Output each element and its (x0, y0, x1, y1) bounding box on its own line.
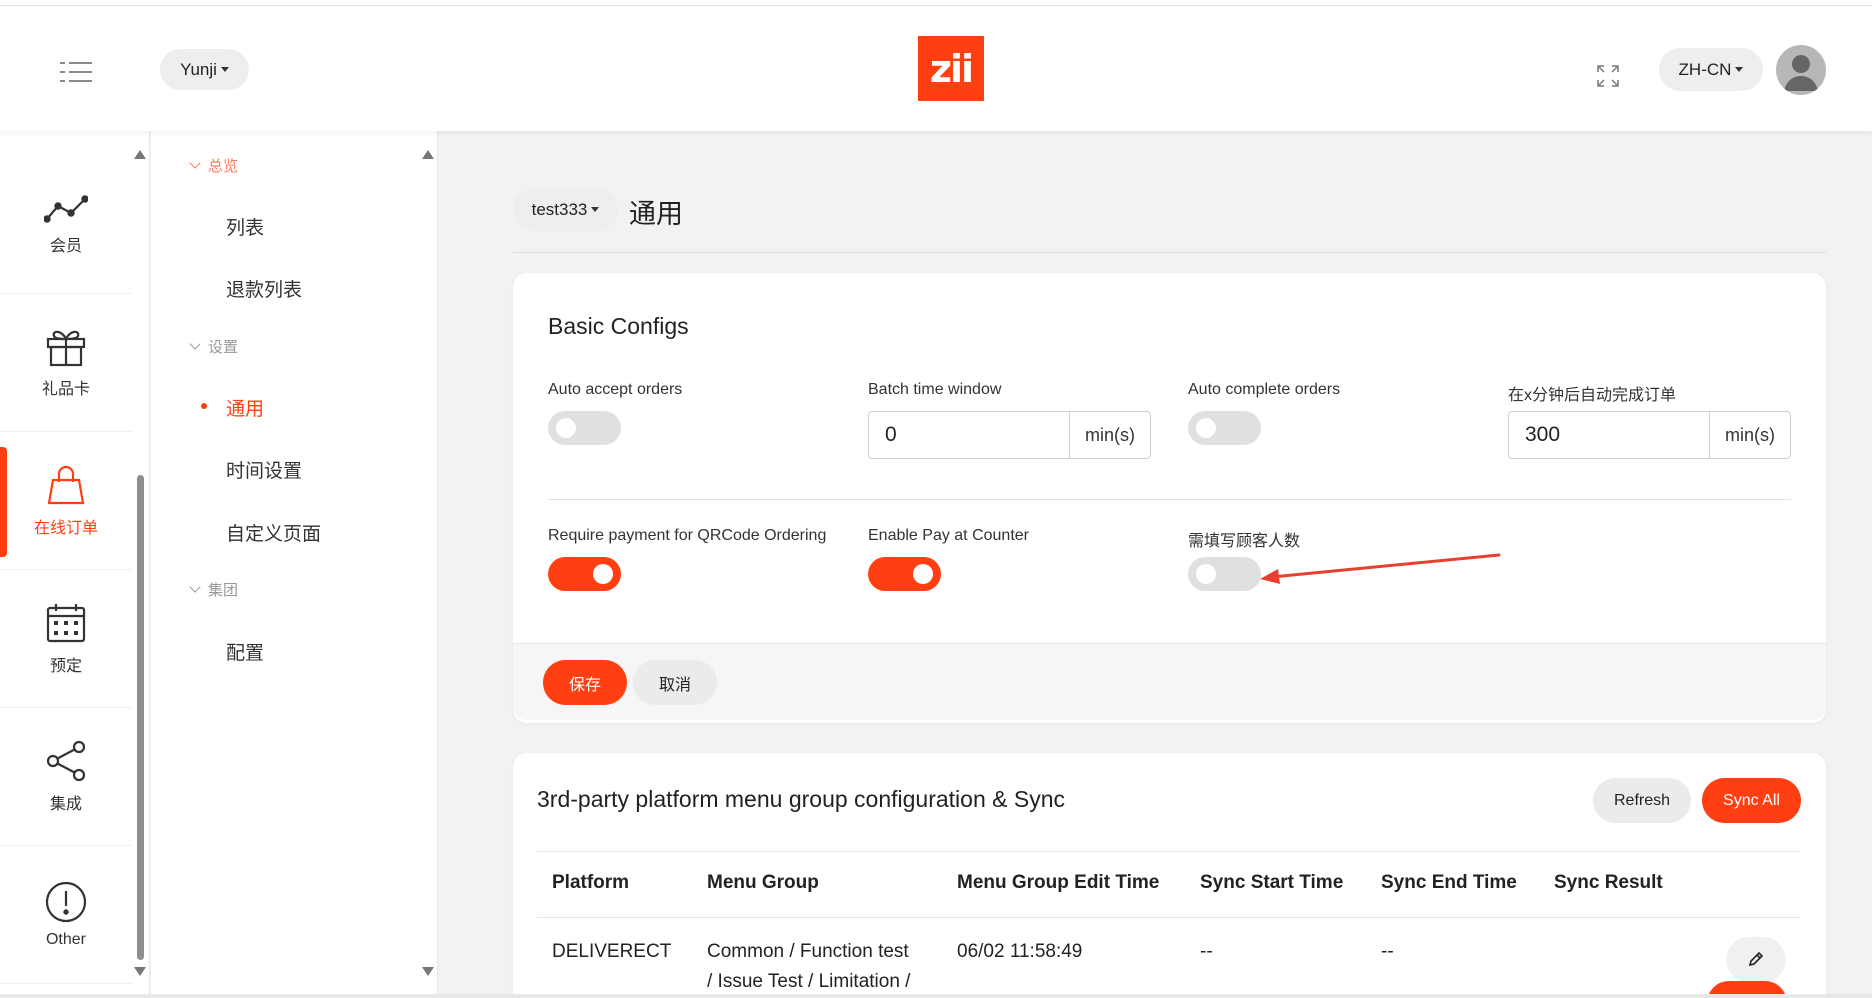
cancel-button[interactable]: 取消 (633, 660, 717, 705)
store-selector[interactable]: test333 (513, 188, 618, 231)
rail-scrollbar-thumb[interactable] (137, 475, 144, 960)
page-head: test333 通用 (513, 188, 1826, 253)
gift-icon (46, 330, 86, 367)
column-header-sync-end: Sync End Time (1381, 872, 1517, 893)
rail-item-online-orders[interactable]: 在线订单 (0, 433, 132, 570)
auto-complete-after-input-group: 300 min(s) (1508, 411, 1791, 459)
rail-item-other[interactable]: Other (0, 847, 132, 984)
column-header-platform: Platform (552, 872, 630, 893)
pay-at-counter-toggle[interactable] (868, 557, 941, 591)
cell-menu-group-line2: / Issue Test / Limitation / (707, 971, 911, 992)
section-divider (548, 499, 1791, 500)
submenu-group-settings[interactable]: 设置 (189, 336, 238, 357)
share-icon (46, 740, 86, 782)
rail-item-member[interactable]: 会员 (0, 157, 132, 294)
submenu-scroll-down-icon[interactable] (422, 967, 434, 976)
cell-edit-time: 06/02 11:58:49 (957, 941, 1083, 962)
shopping-bag-icon (47, 465, 85, 505)
basic-configs-footer: 保存 取消 (513, 643, 1826, 720)
sync-table-header: Platform Menu Group Menu Group Edit Time… (537, 851, 1801, 918)
guest-count-toggle[interactable] (1188, 557, 1261, 591)
rail-label: 礼品卡 (41, 381, 90, 398)
basic-configs-title: Basic Configs (548, 313, 689, 339)
auto-complete-after-unit: min(s) (1725, 424, 1775, 445)
auto-complete-after-input[interactable]: 300 (1509, 412, 1710, 458)
require-payment-label: Require payment for QRCode Ordering (548, 527, 827, 544)
rail-label: 会员 (49, 238, 82, 255)
submenu-item-config[interactable]: 配置 (226, 638, 264, 665)
submenu-item-list[interactable]: 列表 (226, 213, 264, 240)
column-header-sync-result: Sync Result (1554, 872, 1663, 893)
auto-accept-toggle[interactable] (548, 411, 621, 445)
batch-window-input[interactable]: 0 (869, 412, 1070, 458)
submenu-item-time-settings[interactable]: 时间设置 (226, 456, 302, 483)
sync-title: 3rd-party platform menu group configurat… (537, 786, 1065, 812)
caret-down-icon (1735, 67, 1744, 72)
cell-sync-end: -- (1381, 941, 1394, 962)
org-selector[interactable]: Yunji (160, 49, 249, 90)
pay-at-counter-label: Enable Pay at Counter (868, 527, 1029, 544)
rail-scrollbar[interactable] (135, 145, 145, 985)
submenu-group-group[interactable]: 集团 (189, 579, 238, 600)
caret-down-icon (220, 67, 229, 72)
guest-count-label: 需填写顾客人数 (1188, 533, 1301, 550)
submenu-group-overview[interactable]: 总览 (189, 155, 238, 176)
chevron-down-icon (189, 157, 201, 169)
submenu-item-custom-page[interactable]: 自定义页面 (226, 519, 321, 546)
submenu-item-refund-list[interactable]: 退款列表 (226, 275, 302, 302)
chevron-down-icon (189, 338, 201, 350)
annotation-arrow-icon (1260, 553, 1501, 584)
batch-window-unit: min(s) (1085, 424, 1135, 445)
column-header-sync-start: Sync Start Time (1200, 872, 1344, 893)
alert-circle-icon (45, 881, 87, 923)
language-selector[interactable]: ZH-CN (1659, 48, 1763, 91)
cell-menu-group-line1: Common / Function test (707, 941, 909, 962)
rail-label: 预定 (49, 658, 82, 675)
page-title: 通用 (629, 199, 683, 229)
sub-menu: 总览 列表 退款列表 设置 通用 时间设置 自定义页面 集团 配置 (151, 131, 438, 998)
submenu-item-general[interactable]: 通用 (200, 394, 264, 421)
rail-label: 集成 (49, 796, 82, 813)
require-payment-toggle[interactable] (548, 557, 621, 591)
rail-item-integration[interactable]: 集成 (0, 709, 132, 846)
user-avatar[interactable] (1776, 45, 1826, 95)
pencil-icon (1748, 951, 1764, 967)
cell-platform: DELIVERECT (552, 941, 672, 962)
auto-complete-label: Auto complete orders (1188, 381, 1341, 398)
fullscreen-icon[interactable] (1596, 64, 1620, 88)
chevron-down-icon (189, 581, 201, 593)
auto-complete-after-label: 在x分钟后自动完成订单 (1508, 387, 1677, 404)
cell-sync-start: -- (1200, 941, 1213, 962)
app-header: Yunji zii ZH-CN (0, 6, 1872, 131)
batch-window-input-group: 0 min(s) (868, 411, 1151, 459)
trend-line-icon (44, 195, 88, 223)
icon-rail: 会员 礼品卡 在线订单 预定 集成 Other (0, 131, 150, 998)
caret-down-icon (591, 207, 600, 212)
edit-row-button[interactable] (1727, 937, 1785, 981)
save-button[interactable]: 保存 (543, 660, 627, 705)
auto-accept-label: Auto accept orders (548, 381, 683, 398)
column-header-menu-group: Menu Group (707, 872, 819, 893)
zii-logo: zii (918, 36, 984, 101)
calendar-icon (46, 604, 86, 643)
bottom-border (0, 994, 1872, 998)
batch-window-label: Batch time window (868, 381, 1002, 398)
auto-complete-toggle[interactable] (1188, 411, 1261, 445)
rail-item-giftcard[interactable]: 礼品卡 (0, 295, 132, 432)
rail-item-reservation[interactable]: 预定 (0, 571, 132, 708)
refresh-button[interactable]: Refresh (1593, 778, 1691, 823)
basic-configs-card: Basic Configs Auto accept orders Batch t… (513, 273, 1826, 723)
submenu-scroll-up-icon[interactable] (422, 150, 434, 159)
rail-label: Other (45, 931, 86, 948)
sync-all-button[interactable]: Sync All (1702, 778, 1801, 823)
sync-card: 3rd-party platform menu group configurat… (513, 753, 1826, 998)
column-header-edit-time: Menu Group Edit Time (957, 872, 1160, 893)
menu-toggle-icon[interactable] (60, 60, 92, 84)
rail-label: 在线订单 (33, 520, 98, 537)
